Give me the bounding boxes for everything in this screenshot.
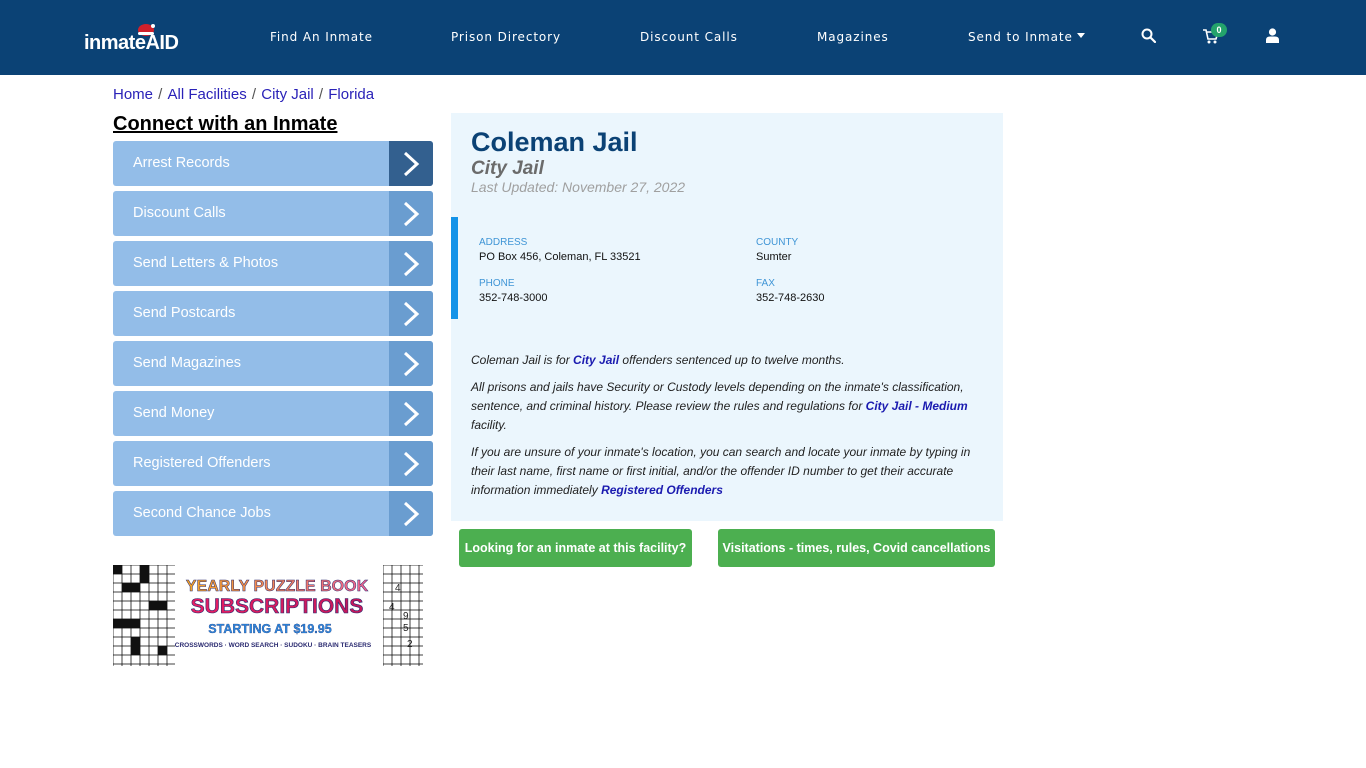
sidebar-item-send-money[interactable]: Send Money [113, 391, 433, 436]
last-updated: Last Updated: November 27, 2022 [471, 179, 686, 195]
sidebar-item-arrest-records[interactable]: Arrest Records [113, 141, 433, 186]
facility-type: City Jail [471, 158, 544, 179]
svg-text:9: 9 [403, 611, 409, 622]
chevron-right-icon [389, 441, 433, 486]
description-paragraph: If you are unsure of your inmate's locat… [471, 443, 981, 500]
description-text: offenders sentenced up to twelve months. [619, 353, 845, 367]
search-icon[interactable] [1141, 28, 1156, 43]
visitations-button[interactable]: Visitations - times, rules, Covid cancel… [718, 529, 995, 567]
phone-label: PHONE [479, 278, 515, 289]
crossword-grid-graphic: 4 4 9 5 2 YEARLY PUZZLE BOOK SUBSCRIPTIO… [113, 565, 423, 666]
ad-line1: YEARLY PUZZLE BOOK [186, 578, 369, 595]
logo-text: inmateAID [84, 32, 179, 54]
nav-magazines[interactable]: Magazines [817, 30, 889, 44]
nav-prison-directory[interactable]: Prison Directory [451, 30, 561, 44]
sidebar-item-send-magazines[interactable]: Send Magazines [113, 341, 433, 386]
breadcrumb: Home / All Facilities / City Jail / Flor… [113, 86, 374, 103]
svg-text:4: 4 [389, 602, 395, 613]
ad-line2: SUBSCRIPTIONS [191, 595, 364, 618]
sidebar-item-discount-calls[interactable]: Discount Calls [113, 191, 433, 236]
address-label: ADDRESS [479, 237, 528, 248]
sidebar-item-send-letters-photos[interactable]: Send Letters & Photos [113, 241, 433, 286]
sidebar-title: Connect with an Inmate [113, 113, 338, 135]
sidebar-item-label: Second Chance Jobs [133, 505, 271, 521]
chevron-right-icon [389, 391, 433, 436]
facility-name: Coleman Jail [471, 127, 638, 157]
nav-discount-calls[interactable]: Discount Calls [640, 30, 738, 44]
sidebar-item-registered-offenders[interactable]: Registered Offenders [113, 441, 433, 486]
nav-send-to-inmate-label: Send to Inmate [968, 30, 1073, 44]
fax-value: 352-748-2630 [756, 292, 825, 304]
description-text: facility. [471, 418, 507, 432]
sidebar-item-second-chance-jobs[interactable]: Second Chance Jobs [113, 491, 433, 536]
facility-info-block: ADDRESS PO Box 456, Coleman, FL 33521 CO… [451, 217, 1003, 319]
chevron-right-icon [389, 341, 433, 386]
caret-down-icon [1076, 33, 1085, 38]
sidebar-item-label: Registered Offenders [133, 455, 271, 471]
address-field: ADDRESS PO Box 456, Coleman, FL 33521 [479, 237, 641, 263]
ad-line4: CROSSWORDS · WORD SEARCH · SUDOKU · BRAI… [175, 642, 372, 649]
sidebar-item-label: Send Magazines [133, 355, 242, 371]
chevron-right-icon [389, 291, 433, 336]
county-field: COUNTY Sumter [756, 237, 798, 263]
chevron-right-icon [389, 141, 433, 186]
county-label: COUNTY [756, 237, 799, 248]
breadcrumb-all-facilities[interactable]: All Facilities [168, 86, 247, 103]
sidebar-menu: Arrest Records Discount Calls Send Lette… [113, 141, 433, 541]
description-paragraph: Coleman Jail is for City Jail offenders … [471, 351, 981, 370]
breadcrumb-florida[interactable]: Florida [328, 86, 374, 103]
phone-field: PHONE 352-748-3000 [479, 278, 548, 304]
city-jail-medium-link[interactable]: City Jail - Medium [866, 399, 968, 413]
phone-value: 352-748-3000 [479, 292, 548, 304]
svg-text:5: 5 [403, 623, 409, 634]
logo[interactable]: inmateAID [84, 22, 180, 56]
user-icon[interactable] [1266, 28, 1279, 43]
chevron-right-icon [389, 191, 433, 236]
looking-for-inmate-button[interactable]: Looking for an inmate at this facility? [459, 529, 692, 567]
facility-description: Coleman Jail is for City Jail offenders … [471, 351, 981, 508]
sidebar-item-label: Send Money [133, 405, 215, 421]
cart-count-badge: 0 [1211, 23, 1227, 37]
svg-text:4: 4 [395, 583, 401, 594]
svg-text:2: 2 [407, 639, 413, 650]
breadcrumb-separator: / [314, 86, 328, 103]
fax-field: FAX 352-748-2630 [756, 278, 825, 304]
sidebar-item-label: Send Postcards [133, 305, 236, 321]
city-jail-link[interactable]: City Jail [573, 353, 619, 367]
breadcrumb-home[interactable]: Home [113, 86, 153, 103]
sidebar-item-label: Send Letters & Photos [133, 255, 279, 271]
breadcrumb-separator: / [154, 86, 167, 103]
sidebar-item-label: Discount Calls [133, 205, 226, 221]
description-text: Coleman Jail is for [471, 353, 574, 367]
sidebar-item-label: Arrest Records [133, 155, 230, 171]
ad-line3: STARTING AT $19.95 [208, 622, 331, 636]
chevron-right-icon [389, 491, 433, 536]
sidebar-item-send-postcards[interactable]: Send Postcards [113, 291, 433, 336]
description-paragraph: All prisons and jails have Security or C… [471, 378, 981, 435]
fax-label: FAX [756, 278, 775, 289]
facility-card: Coleman Jail City Jail Last Updated: Nov… [451, 113, 1003, 521]
chevron-right-icon [389, 241, 433, 286]
county-value: Sumter [756, 251, 792, 263]
site-header: inmateAID Find An Inmate Prison Director… [0, 0, 1366, 75]
nav-send-to-inmate[interactable]: Send to Inmate [968, 30, 1085, 44]
nav-find-an-inmate[interactable]: Find An Inmate [270, 30, 373, 44]
puzzle-book-ad-banner[interactable]: 4 4 9 5 2 YEARLY PUZZLE BOOK SUBSCRIPTIO… [113, 565, 423, 666]
breadcrumb-separator: / [247, 86, 261, 103]
registered-offenders-link[interactable]: Registered Offenders [601, 483, 723, 497]
breadcrumb-city-jail[interactable]: City Jail [261, 86, 314, 103]
address-value: PO Box 456, Coleman, FL 33521 [479, 251, 641, 263]
